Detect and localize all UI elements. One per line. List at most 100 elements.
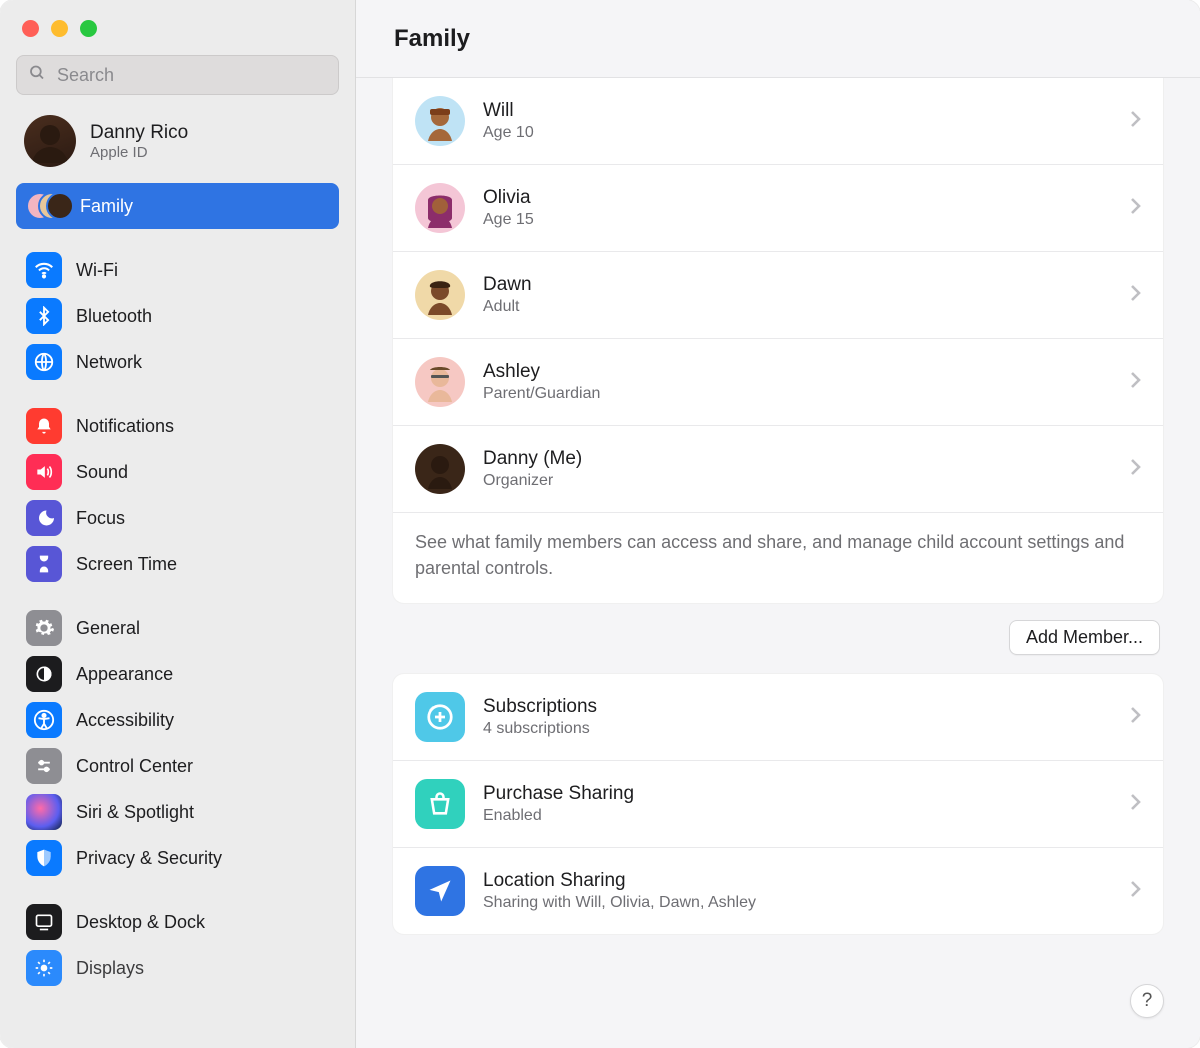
sidebar-item-label: Family (80, 196, 133, 217)
member-row-olivia[interactable]: Olivia Age 15 (393, 164, 1163, 251)
displays-icon (26, 950, 62, 986)
sidebar-item-displays[interactable]: Displays (16, 945, 339, 991)
account-name: Danny Rico (90, 122, 188, 144)
sidebar-item-label: Siri & Spotlight (76, 802, 194, 823)
member-name: Olivia (483, 187, 1111, 209)
feature-row-purchase-sharing[interactable]: Purchase Sharing Enabled (393, 760, 1163, 847)
page-title: Family (394, 25, 470, 53)
member-name: Dawn (483, 274, 1111, 296)
focus-icon (26, 500, 62, 536)
sidebar-item-label: Notifications (76, 416, 174, 437)
sidebar-item-wifi[interactable]: Wi-Fi (16, 247, 339, 293)
sidebar-item-label: Privacy & Security (76, 848, 222, 869)
sidebar-item-appearance[interactable]: Appearance (16, 651, 339, 697)
sidebar-item-label: Bluetooth (76, 306, 152, 327)
apple-id-account-row[interactable]: Danny Rico Apple ID (0, 109, 355, 183)
member-name: Ashley (483, 361, 1111, 383)
sidebar-item-label: Displays (76, 958, 144, 979)
feature-row-subscriptions[interactable]: Subscriptions 4 subscriptions (393, 674, 1163, 760)
search-field-wrap (16, 55, 339, 95)
accessibility-icon (26, 702, 62, 738)
feature-title: Purchase Sharing (483, 783, 1111, 805)
feature-title: Subscriptions (483, 696, 1111, 718)
window-controls (0, 14, 355, 55)
member-avatar (415, 444, 465, 494)
content-scroll[interactable]: Will Age 10 Olivia Age 15 (356, 78, 1200, 1048)
notifications-icon (26, 408, 62, 444)
search-icon (28, 64, 46, 87)
main-header: Family (356, 0, 1200, 78)
sidebar-item-accessibility[interactable]: Accessibility (16, 697, 339, 743)
sidebar-item-label: Sound (76, 462, 128, 483)
feature-sub: Enabled (483, 807, 1111, 825)
sidebar: Danny Rico Apple ID Family Wi-Fi (0, 0, 356, 1048)
sidebar-item-control-center[interactable]: Control Center (16, 743, 339, 789)
family-features-card: Subscriptions 4 subscriptions Purchase S… (392, 673, 1164, 935)
sidebar-item-bluetooth[interactable]: Bluetooth (16, 293, 339, 339)
feature-title: Location Sharing (483, 870, 1111, 892)
minimize-window-button[interactable] (51, 20, 68, 37)
close-window-button[interactable] (22, 20, 39, 37)
members-description: See what family members can access and s… (393, 512, 1163, 603)
sidebar-item-desktop-dock[interactable]: Desktop & Dock (16, 899, 339, 945)
sidebar-item-family[interactable]: Family (16, 183, 339, 229)
siri-icon (26, 794, 62, 830)
sidebar-item-focus[interactable]: Focus (16, 495, 339, 541)
control-center-icon (26, 748, 62, 784)
chevron-right-icon (1129, 880, 1141, 903)
member-name: Will (483, 100, 1111, 122)
sidebar-item-label: Focus (76, 508, 125, 529)
subscriptions-icon (415, 692, 465, 742)
member-name: Danny (Me) (483, 448, 1111, 470)
sidebar-item-screen-time[interactable]: Screen Time (16, 541, 339, 587)
member-avatar (415, 270, 465, 320)
sidebar-item-general[interactable]: General (16, 605, 339, 651)
sidebar-item-label: Desktop & Dock (76, 912, 205, 933)
sidebar-item-label: Network (76, 352, 142, 373)
member-sub: Age 10 (483, 124, 1111, 142)
member-avatar (415, 183, 465, 233)
wifi-icon (26, 252, 62, 288)
bluetooth-icon (26, 298, 62, 334)
feature-sub: Sharing with Will, Olivia, Dawn, Ashley (483, 894, 1111, 912)
screen-time-icon (26, 546, 62, 582)
member-sub: Organizer (483, 472, 1111, 490)
sidebar-item-sound[interactable]: Sound (16, 449, 339, 495)
member-row-dawn[interactable]: Dawn Adult (393, 251, 1163, 338)
sidebar-item-notifications[interactable]: Notifications (16, 403, 339, 449)
feature-row-location-sharing[interactable]: Location Sharing Sharing with Will, Oliv… (393, 847, 1163, 934)
member-sub: Age 15 (483, 211, 1111, 229)
member-avatar (415, 96, 465, 146)
privacy-icon (26, 840, 62, 876)
appearance-icon (26, 656, 62, 692)
chevron-right-icon (1129, 458, 1141, 481)
help-button[interactable]: ? (1130, 984, 1164, 1018)
chevron-right-icon (1129, 371, 1141, 394)
chevron-right-icon (1129, 284, 1141, 307)
nav-list: Family Wi-Fi Bluetooth Network (0, 183, 355, 1048)
account-avatar (24, 115, 76, 167)
member-avatar (415, 357, 465, 407)
sidebar-item-network[interactable]: Network (16, 339, 339, 385)
purchase-sharing-icon (415, 779, 465, 829)
chevron-right-icon (1129, 110, 1141, 133)
sidebar-item-label: General (76, 618, 140, 639)
location-sharing-icon (415, 866, 465, 916)
member-row-will[interactable]: Will Age 10 (393, 78, 1163, 164)
member-row-danny[interactable]: Danny (Me) Organizer (393, 425, 1163, 512)
zoom-window-button[interactable] (80, 20, 97, 37)
search-input[interactable] (16, 55, 339, 95)
sidebar-item-label: Screen Time (76, 554, 177, 575)
add-member-button[interactable]: Add Member... (1009, 620, 1160, 655)
family-icon (26, 186, 66, 226)
sidebar-item-label: Accessibility (76, 710, 174, 731)
member-row-ashley[interactable]: Ashley Parent/Guardian (393, 338, 1163, 425)
member-sub: Parent/Guardian (483, 385, 1111, 403)
network-icon (26, 344, 62, 380)
sidebar-item-label: Appearance (76, 664, 173, 685)
family-members-card: Will Age 10 Olivia Age 15 (392, 78, 1164, 604)
sidebar-item-siri[interactable]: Siri & Spotlight (16, 789, 339, 835)
desktop-dock-icon (26, 904, 62, 940)
feature-sub: 4 subscriptions (483, 720, 1111, 738)
sidebar-item-privacy[interactable]: Privacy & Security (16, 835, 339, 881)
